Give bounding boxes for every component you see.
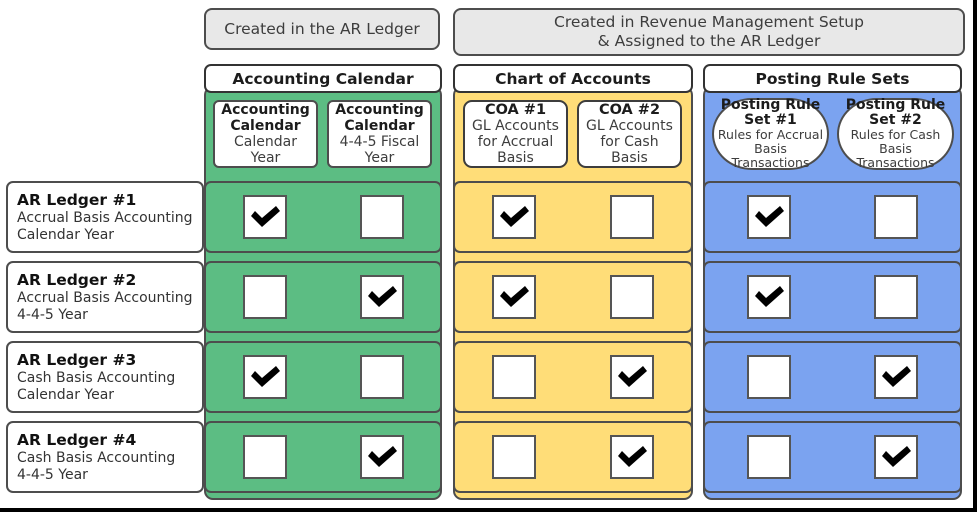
card-accounting-calendar-2[interactable]: Accounting Calendar 4-4-5 Fiscal Year — [327, 100, 432, 168]
checkbox-ar-ledger-1-accounting-calendar-1-checked[interactable] — [242, 195, 287, 239]
matrix-cell-ar-ledger-3-chart-of-accounts — [453, 341, 693, 413]
checkbox-ar-ledger-3-chart-of-accounts-1-unchecked[interactable] — [492, 355, 536, 399]
card-subtitle: Calendar Year — [234, 134, 297, 166]
card-title: COA #2 — [598, 102, 661, 118]
ledger-name: AR Ledger #4 — [17, 431, 137, 449]
card-subtitle: 4-4-5 Fiscal Year — [339, 134, 420, 166]
banner-text: Created in Revenue Management Setup & As… — [554, 13, 864, 50]
matrix-cell-ar-ledger-1-chart-of-accounts — [453, 181, 693, 253]
card-title: Accounting Calendar — [335, 102, 424, 134]
checkbox-ar-ledger-2-accounting-calendar-1-unchecked[interactable] — [242, 275, 287, 319]
ledger-description: Accrual Basis Accounting Calendar Year — [17, 210, 193, 243]
column-header-label: Chart of Accounts — [495, 69, 651, 88]
checkbox-ar-ledger-1-posting-rule-sets-1-checked[interactable] — [746, 195, 791, 239]
ledger-label-ar-ledger-2[interactable]: AR Ledger #2 Accrual Basis Accounting 4-… — [6, 261, 204, 333]
ledger-label-ar-ledger-1[interactable]: AR Ledger #1 Accrual Basis Accounting Ca… — [6, 181, 204, 253]
card-title: COA #1 — [484, 102, 547, 118]
matrix-cell-ar-ledger-2-posting-rule-sets — [703, 261, 962, 333]
checkbox-ar-ledger-4-chart-of-accounts-2-checked[interactable] — [610, 435, 654, 479]
card-subtitle: GL Accounts for Accrual Basis — [472, 118, 559, 166]
ledger-description: Cash Basis Accounting 4-4-5 Year — [17, 450, 176, 483]
ledger-description: Accrual Basis Accounting 4-4-5 Year — [17, 290, 193, 323]
matrix-cell-ar-ledger-4-posting-rule-sets — [703, 421, 962, 493]
card-subtitle: Rules for Cash Basis Transactions — [850, 127, 941, 170]
matrix-cell-ar-ledger-4-chart-of-accounts — [453, 421, 693, 493]
matrix-cell-ar-ledger-3-accounting-calendar — [204, 341, 442, 413]
card-title: Posting Rule Set #2 — [845, 97, 946, 128]
card-posting-rule-set-1[interactable]: Posting Rule Set #1 Rules for Accrual Ba… — [712, 98, 829, 170]
matrix-cell-ar-ledger-2-chart-of-accounts — [453, 261, 693, 333]
matrix-cell-ar-ledger-3-posting-rule-sets — [703, 341, 962, 413]
banner-created-in-ar-ledger: Created in the AR Ledger — [204, 8, 440, 50]
checkbox-ar-ledger-2-chart-of-accounts-2-unchecked[interactable] — [610, 275, 654, 319]
column-header-accounting-calendar: Accounting Calendar — [204, 64, 442, 93]
checkbox-ar-ledger-4-chart-of-accounts-1-unchecked[interactable] — [492, 435, 536, 479]
matrix-cell-ar-ledger-4-accounting-calendar — [204, 421, 442, 493]
checkbox-ar-ledger-2-posting-rule-sets-1-checked[interactable] — [746, 275, 791, 319]
checkbox-ar-ledger-4-accounting-calendar-2-checked[interactable] — [359, 435, 404, 479]
column-header-chart-of-accounts: Chart of Accounts — [453, 64, 693, 93]
matrix-cell-ar-ledger-1-accounting-calendar — [204, 181, 442, 253]
card-title: Accounting Calendar — [221, 102, 310, 134]
column-header-posting-rule-sets: Posting Rule Sets — [703, 64, 962, 93]
checkbox-ar-ledger-1-chart-of-accounts-2-unchecked[interactable] — [610, 195, 654, 239]
card-title: Posting Rule Set #1 — [720, 97, 821, 128]
ledger-name: AR Ledger #1 — [17, 191, 137, 209]
matrix-cell-ar-ledger-2-accounting-calendar — [204, 261, 442, 333]
checkbox-ar-ledger-2-chart-of-accounts-1-checked[interactable] — [492, 275, 536, 319]
card-accounting-calendar-1[interactable]: Accounting Calendar Calendar Year — [213, 100, 318, 168]
checkbox-ar-ledger-3-accounting-calendar-1-checked[interactable] — [242, 355, 287, 399]
card-coa-1[interactable]: COA #1 GL Accounts for Accrual Basis — [463, 100, 568, 168]
card-subtitle: Rules for Accrual Basis Transactions — [717, 127, 824, 170]
column-header-label: Accounting Calendar — [232, 69, 414, 88]
ledger-label-ar-ledger-3[interactable]: AR Ledger #3 Cash Basis Accounting Calen… — [6, 341, 204, 413]
ledger-name: AR Ledger #3 — [17, 351, 137, 369]
card-subtitle: GL Accounts for Cash Basis — [586, 118, 673, 166]
ledger-description: Cash Basis Accounting Calendar Year — [17, 370, 176, 403]
checkbox-ar-ledger-2-accounting-calendar-2-checked[interactable] — [359, 275, 404, 319]
banner-text: Created in the AR Ledger — [224, 19, 420, 38]
column-header-label: Posting Rule Sets — [755, 69, 910, 88]
card-coa-2[interactable]: COA #2 GL Accounts for Cash Basis — [577, 100, 682, 168]
diagram-canvas: Created in the AR Ledger Created in Reve… — [0, 0, 977, 512]
checkbox-ar-ledger-1-chart-of-accounts-1-checked[interactable] — [492, 195, 536, 239]
checkbox-ar-ledger-3-accounting-calendar-2-unchecked[interactable] — [359, 355, 404, 399]
checkbox-ar-ledger-1-posting-rule-sets-2-unchecked[interactable] — [874, 195, 919, 239]
checkbox-ar-ledger-3-posting-rule-sets-1-unchecked[interactable] — [746, 355, 791, 399]
checkbox-ar-ledger-3-chart-of-accounts-2-checked[interactable] — [610, 355, 654, 399]
checkbox-ar-ledger-4-accounting-calendar-1-unchecked[interactable] — [242, 435, 287, 479]
ledger-label-ar-ledger-4[interactable]: AR Ledger #4 Cash Basis Accounting 4-4-5… — [6, 421, 204, 493]
card-posting-rule-set-2[interactable]: Posting Rule Set #2 Rules for Cash Basis… — [837, 98, 954, 170]
matrix-cell-ar-ledger-1-posting-rule-sets — [703, 181, 962, 253]
checkbox-ar-ledger-3-posting-rule-sets-2-checked[interactable] — [874, 355, 919, 399]
ledger-name: AR Ledger #2 — [17, 271, 137, 289]
checkbox-ar-ledger-2-posting-rule-sets-2-unchecked[interactable] — [874, 275, 919, 319]
banner-created-in-revenue-management-setup: Created in Revenue Management Setup & As… — [453, 8, 965, 56]
checkbox-ar-ledger-4-posting-rule-sets-2-checked[interactable] — [874, 435, 919, 479]
checkbox-ar-ledger-1-accounting-calendar-2-unchecked[interactable] — [359, 195, 404, 239]
checkbox-ar-ledger-4-posting-rule-sets-1-unchecked[interactable] — [746, 435, 791, 479]
